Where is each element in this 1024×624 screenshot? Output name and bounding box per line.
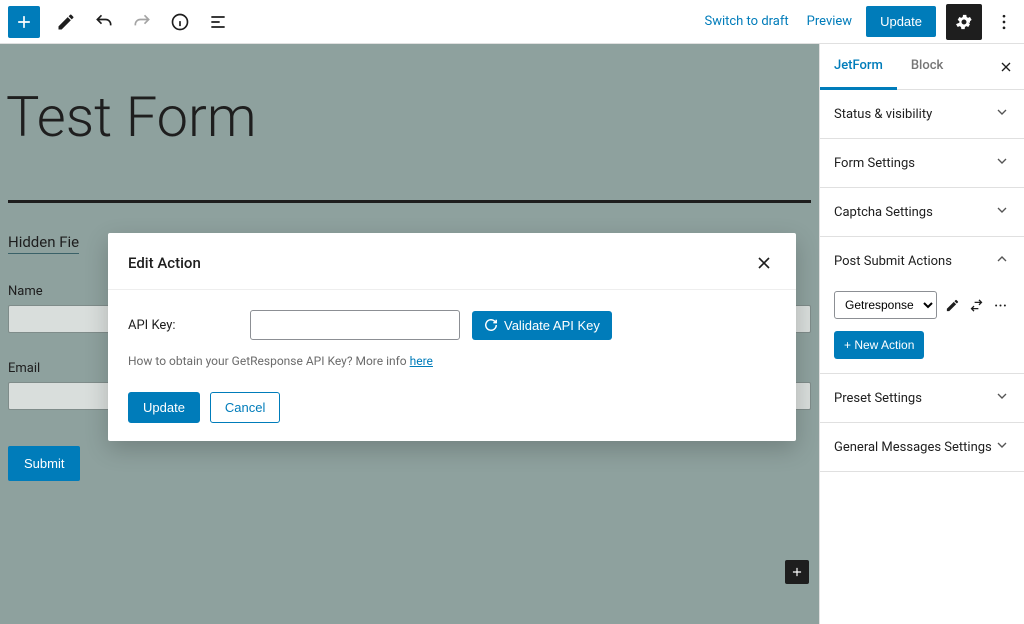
tab-jetform[interactable]: JetForm: [820, 44, 897, 90]
more-options-button[interactable]: [992, 4, 1016, 40]
panel-captcha-settings[interactable]: Captcha Settings: [820, 188, 1024, 236]
chevron-down-icon: [994, 202, 1010, 222]
api-key-info: How to obtain your GetResponse API Key? …: [128, 354, 776, 368]
sidebar-tabs: JetForm Block: [820, 44, 1024, 90]
update-button[interactable]: Update: [866, 6, 936, 37]
toolbar-left: [8, 4, 236, 40]
toolbar-right: Switch to draft Preview Update: [700, 4, 1016, 40]
info-icon[interactable]: [162, 4, 198, 40]
form-submit-button[interactable]: Submit: [8, 446, 80, 481]
add-block-button[interactable]: [8, 6, 40, 38]
chevron-up-icon: [994, 251, 1010, 271]
chevron-down-icon: [994, 153, 1010, 173]
outline-icon[interactable]: [200, 4, 236, 40]
api-key-label: API Key:: [128, 318, 238, 333]
edit-action-icon[interactable]: [943, 293, 961, 317]
panel-status-visibility[interactable]: Status & visibility: [820, 90, 1024, 138]
new-action-button[interactable]: + New Action: [834, 331, 924, 359]
redo-button[interactable]: [124, 4, 160, 40]
undo-button[interactable]: [86, 4, 122, 40]
modal-close-button[interactable]: [752, 251, 776, 275]
action-select[interactable]: Getresponse: [834, 291, 937, 319]
panel-post-submit-actions[interactable]: Post Submit Actions: [820, 237, 1024, 285]
info-link[interactable]: here: [410, 354, 433, 368]
tab-block[interactable]: Block: [897, 44, 957, 90]
editor-toolbar: Switch to draft Preview Update: [0, 0, 1024, 44]
divider: [8, 200, 811, 203]
canvas-add-button[interactable]: [785, 560, 809, 584]
switch-draft-link[interactable]: Switch to draft: [700, 8, 792, 35]
api-key-input[interactable]: [250, 310, 460, 340]
validate-api-key-button[interactable]: Validate API Key: [472, 311, 612, 340]
modal-title: Edit Action: [128, 254, 201, 272]
settings-button[interactable]: [946, 4, 982, 40]
preview-link[interactable]: Preview: [803, 8, 856, 35]
edit-action-modal: Edit Action API Key: Validate API Key Ho…: [108, 233, 796, 441]
modal-cancel-button[interactable]: Cancel: [210, 392, 280, 423]
page-title[interactable]: Test Form: [6, 84, 811, 150]
edit-icon[interactable]: [48, 4, 84, 40]
modal-update-button[interactable]: Update: [128, 392, 200, 423]
panel-general-messages[interactable]: General Messages Settings: [820, 423, 1024, 471]
sidebar-close-button[interactable]: [992, 53, 1020, 81]
settings-sidebar: JetForm Block Status & visibility Form S…: [819, 44, 1024, 624]
panel-preset-settings[interactable]: Preset Settings: [820, 374, 1024, 422]
chevron-down-icon: [994, 388, 1010, 408]
more-action-icon[interactable]: [992, 293, 1010, 317]
conditions-icon[interactable]: [967, 293, 985, 317]
chevron-down-icon: [994, 437, 1010, 457]
chevron-down-icon: [994, 104, 1010, 124]
panel-form-settings[interactable]: Form Settings: [820, 139, 1024, 187]
